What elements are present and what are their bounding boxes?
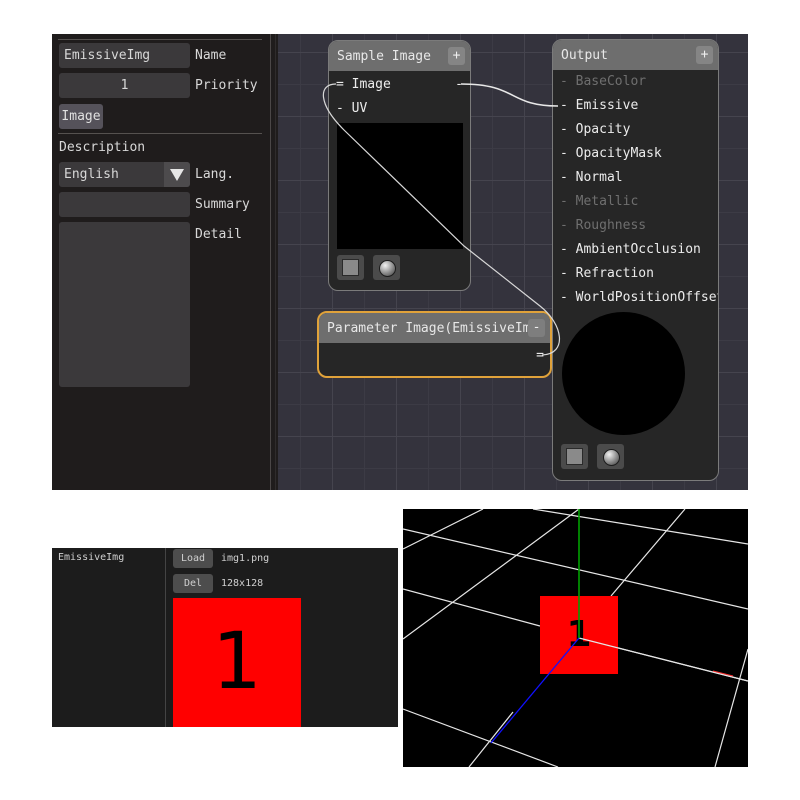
summary-input[interactable] [59, 192, 190, 217]
name-label: Name [195, 48, 227, 63]
detail-textarea[interactable] [59, 222, 190, 387]
add-icon[interactable]: + [696, 46, 713, 64]
axis-gizmo [490, 509, 748, 744]
divider [58, 133, 262, 134]
file-name: img1.png [221, 553, 270, 564]
summary-label: Summary [195, 197, 250, 212]
language-label: Lang. [195, 167, 235, 182]
preview-sphere-button[interactable] [597, 444, 624, 469]
delete-button[interactable]: Del [173, 574, 213, 593]
z-axis-line [490, 637, 580, 744]
node-header[interactable]: Output + [553, 40, 718, 70]
input-pin-opacity[interactable]: - Opacity [560, 118, 630, 142]
input-pin-refraction[interactable]: - Refraction [560, 262, 654, 286]
texture-preview: 1 [173, 598, 301, 727]
input-pin-metallic[interactable]: - Metallic [560, 190, 638, 214]
input-pin-opacitymask[interactable]: - OpacityMask [560, 142, 662, 166]
wire-image-to-emissive [460, 83, 559, 107]
image-parameter-panel: EmissiveImg Load img1.png Del 128x128 1 [52, 548, 398, 727]
language-value: English [64, 167, 119, 182]
image-preview [337, 123, 463, 249]
output-pin[interactable]: = [536, 344, 544, 368]
panel-splitter-edge [275, 34, 276, 490]
node-title: Sample Image [337, 49, 431, 64]
sphere-preview [562, 312, 685, 435]
output-pin[interactable]: - [455, 73, 463, 97]
sphere-icon [379, 260, 396, 277]
add-icon[interactable]: + [448, 47, 465, 65]
input-pin-normal[interactable]: - Normal [560, 166, 623, 190]
input-pin-basecolor[interactable]: - BaseColor [560, 70, 646, 94]
remove-icon[interactable]: - [528, 319, 545, 337]
detail-label: Detail [195, 227, 242, 242]
panel-splitter [165, 548, 166, 727]
input-pin-roughness[interactable]: - Roughness [560, 214, 646, 238]
divider [58, 39, 262, 40]
chevron-down-icon[interactable] [164, 162, 190, 187]
input-pin-worldpositionoffset[interactable]: - WorldPositionOffset [560, 286, 718, 310]
input-pin-uv[interactable]: - UV [336, 97, 367, 121]
input-pin-ambientocclusion[interactable]: - AmbientOcclusion [560, 238, 701, 262]
node-header[interactable]: Parameter Image(EmissiveImg) - [319, 313, 550, 343]
grid-line [578, 637, 748, 682]
input-pin-image[interactable]: = Image [336, 73, 391, 97]
node-title: Parameter Image(EmissiveImg) [327, 321, 547, 336]
description-heading: Description [59, 140, 146, 155]
preview-plane-button[interactable] [337, 255, 364, 280]
image-type-button[interactable]: Image [59, 104, 103, 129]
3d-viewport[interactable]: 1 [403, 509, 748, 767]
input-pin-emissive[interactable]: - Emissive [560, 94, 638, 118]
plane-icon [566, 448, 583, 465]
language-select[interactable]: English [59, 162, 190, 187]
node-header[interactable]: Sample Image + [329, 41, 470, 71]
node-title: Output [561, 48, 608, 63]
sphere-icon [603, 449, 620, 466]
panel-splitter[interactable] [270, 34, 271, 490]
name-input[interactable]: EmissiveImg [59, 43, 190, 68]
image-size: 128x128 [221, 578, 264, 589]
sample-image-node[interactable]: Sample Image + = Image - - UV [328, 40, 471, 291]
preview-plane-button[interactable] [561, 444, 588, 469]
node-graph-canvas[interactable]: Sample Image + = Image - - UV Output + -… [278, 34, 748, 490]
priority-input[interactable]: 1 [59, 73, 190, 98]
plane-icon [342, 259, 359, 276]
material-editor: EmissiveImg Name 1 Priority Image Descri… [52, 34, 748, 490]
priority-label: Priority [195, 78, 258, 93]
load-button[interactable]: Load [173, 549, 213, 568]
parameter-image-node[interactable]: Parameter Image(EmissiveImg) - = [317, 311, 552, 378]
properties-panel: EmissiveImg Name 1 Priority Image Descri… [52, 34, 270, 490]
preview-sphere-button[interactable] [373, 255, 400, 280]
parameter-list-item[interactable]: EmissiveImg [58, 548, 124, 567]
output-node[interactable]: Output + - BaseColor - Emissive - Opacit… [552, 39, 719, 481]
